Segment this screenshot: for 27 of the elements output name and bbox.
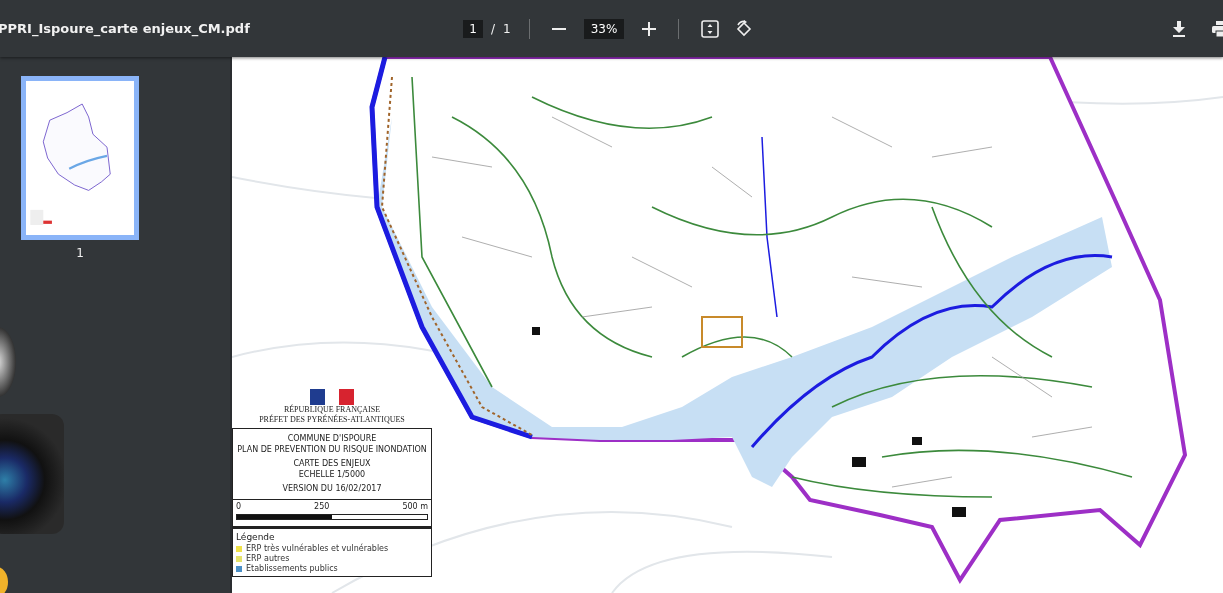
document-title: PPRI_Ispoure_carte enjeux_CM.pdf [0, 21, 250, 36]
page-thumbnail[interactable] [21, 76, 139, 240]
scale-label: 250 [314, 502, 330, 511]
prefecture-text: PRÉFET DES PYRÉNÉES-ATLANTIQUES [259, 415, 405, 424]
legend-label: Etablissements publics [246, 564, 338, 573]
page-total: 1 [503, 21, 511, 36]
thumbnail-page-number: 1 [76, 246, 84, 260]
legend-label: ERP autres [246, 554, 290, 563]
zoom-in-icon[interactable] [642, 21, 657, 36]
rotate-icon[interactable] [735, 19, 754, 38]
download-icon[interactable] [1172, 20, 1186, 37]
legend-title: Légende [236, 532, 276, 542]
scale-label: 0 [236, 502, 242, 511]
title-line: CARTE DES ENJEUX [293, 459, 371, 468]
title-line: ECHELLE 1/5000 [298, 470, 366, 479]
scale-label: 500 m [402, 502, 428, 511]
legend-label: ERP très vulnérables et vulnérables [246, 544, 389, 553]
title-line: COMMUNE D'ISPOURE [287, 434, 377, 443]
title-line: PLAN DE PREVENTION DU RISQUE INONDATION [237, 445, 427, 454]
page-number-field[interactable]: 1 [463, 19, 483, 38]
prefecture-text: RÉPUBLIQUE FRANÇAISE [283, 405, 381, 414]
marianne-logo-icon [310, 389, 354, 405]
page-separator: / [491, 21, 496, 36]
title-line: VERSION DU 16/02/2017 [282, 484, 382, 493]
fit-page-icon[interactable] [701, 19, 720, 38]
camera-lens-icon [0, 414, 64, 534]
zoom-level-field[interactable]: 33% [583, 18, 625, 39]
